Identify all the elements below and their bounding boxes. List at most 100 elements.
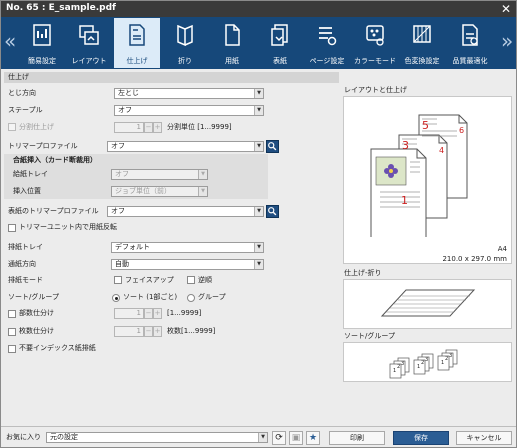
copies-sets-unit: [1...9999] [167, 309, 202, 317]
dropdown-arrow-icon: ▼ [198, 187, 207, 196]
split-finish-label: 分割仕上げ [19, 123, 54, 131]
reload-icon[interactable]: ⟳ [272, 431, 286, 445]
sort-illustration: 12 3 12 3 12 3 [389, 349, 458, 379]
finishing-icon [129, 24, 145, 46]
tab-layout[interactable]: レイアウト [66, 18, 112, 68]
window-title: No. 65 : E_sample.pdf [6, 3, 116, 13]
tab-label: 表紙 [273, 57, 287, 65]
select-value: 自動 [115, 260, 129, 268]
layout-preview-title: レイアウトと仕上げ [344, 86, 407, 94]
save-favorite-icon[interactable]: ▣ [289, 431, 303, 445]
sort-radio[interactable] [112, 294, 120, 302]
trimmer-info-button[interactable] [266, 140, 279, 153]
tab-finishing[interactable]: 仕上げ [114, 18, 160, 68]
split-finish-checkbox[interactable] [8, 123, 16, 131]
select-value: オフ [111, 142, 125, 150]
copies-sets-input[interactable]: 1 [114, 308, 144, 319]
quality-icon [462, 24, 478, 46]
bottom-bar: お気に入り 元の設定 ▼ ⟳ ▣ ★ 印刷 保存 キャンセル [1, 426, 516, 447]
output-tray-select[interactable]: デフォルト ▼ [111, 242, 264, 253]
select-value: 元の設定 [50, 433, 78, 441]
tab-label: カラーモード [354, 57, 396, 65]
favorite-star-icon[interactable]: ★ [306, 431, 320, 445]
fold-preview [343, 279, 512, 329]
paper-icon [225, 24, 240, 46]
tab-label: レイアウト [71, 57, 107, 65]
skip-index-label: 不要インデックス紙排紙 [19, 344, 96, 352]
dropdown-arrow-icon: ▼ [254, 260, 263, 269]
layout-icon [79, 25, 99, 45]
tab-label: 簡易設定 [28, 57, 56, 65]
save-button[interactable]: 保存 [393, 431, 449, 445]
decrement-button[interactable]: − [144, 326, 153, 337]
tab-bar: « » 簡易設定 レイアウト 仕上げ 折り 用紙 表紙 ページ設定 カラーモード… [1, 17, 516, 69]
select-value: 左とじ [118, 89, 139, 97]
color-conversion-icon [413, 25, 431, 43]
color-mode-icon [366, 25, 384, 46]
trimmer-reverse-checkbox[interactable] [8, 224, 16, 232]
tab-page-settings[interactable]: ページ設定 [304, 18, 350, 68]
layout-preview: 5 6 3 4 1 A4 210.0 x 297.0 mm [343, 96, 512, 264]
page-settings-icon [319, 27, 337, 46]
tab-color-conversion[interactable]: 色変換設定 [399, 18, 445, 68]
copies-sets-checkbox[interactable] [8, 310, 16, 318]
favorites-select[interactable]: 元の設定 ▼ [46, 432, 268, 443]
dropdown-arrow-icon: ▼ [254, 106, 263, 115]
slip-tray-select[interactable]: オフ ▼ [111, 169, 208, 180]
dropdown-arrow-icon: ▼ [198, 170, 207, 179]
sheets-sets-checkbox[interactable] [8, 328, 16, 336]
trimmer-label: トリマープロファイル [8, 142, 78, 150]
sort-page-label: 2 [421, 360, 424, 366]
staple-label: ステープル [8, 106, 43, 114]
sort-page-label: 3 [425, 357, 428, 363]
increment-button[interactable]: + [153, 326, 162, 337]
group-radio-label: グループ [198, 293, 226, 301]
sort-page-label: 3 [449, 353, 452, 359]
sheets-sets-label: 枚数仕分け [19, 327, 54, 335]
increment-button[interactable]: + [153, 122, 162, 133]
cover-trimmer-select[interactable]: オフ ▼ [107, 206, 264, 217]
decrement-button[interactable]: − [144, 122, 153, 133]
tab-label: ページ設定 [309, 57, 345, 65]
print-button[interactable]: 印刷 [329, 431, 385, 445]
cover-trimmer-info-button[interactable] [266, 205, 279, 218]
select-value: ジョブ単位（前） [115, 187, 171, 195]
chevron-right-icon[interactable]: » [501, 31, 513, 51]
tab-paper[interactable]: 用紙 [209, 18, 255, 68]
group-radio[interactable] [187, 294, 195, 302]
staple-select[interactable]: オフ ▼ [114, 105, 264, 116]
tab-label: 品質最適化 [452, 57, 488, 65]
page-number-4: 4 [439, 146, 444, 155]
sheets-sets-input[interactable]: 1 [114, 326, 144, 337]
tab-label: 用紙 [225, 57, 239, 65]
cancel-button[interactable]: キャンセル [456, 431, 512, 445]
slip-position-select[interactable]: ジョブ単位（前） ▼ [111, 186, 208, 197]
sort-group-label: ソート/グループ [8, 293, 59, 301]
binding-select[interactable]: 左とじ ▼ [114, 88, 264, 99]
trimmer-reverse-label: トリマーユニット内で用紙反転 [19, 223, 117, 231]
reverse-order-checkbox[interactable] [187, 276, 195, 284]
tab-color-mode[interactable]: カラーモード [352, 18, 398, 68]
output-mode-label: 排紙モード [8, 276, 43, 284]
dropdown-arrow-icon: ▼ [258, 433, 267, 442]
section-header: 仕上げ [4, 72, 339, 83]
paper-path-select[interactable]: 自動 ▼ [111, 259, 264, 270]
tab-cover[interactable]: 表紙 [257, 18, 303, 68]
tab-fold[interactable]: 折り [162, 18, 208, 68]
increment-button[interactable]: + [153, 308, 162, 319]
sort-preview-title: ソート/グループ [344, 332, 395, 340]
faceup-checkbox[interactable] [114, 276, 122, 284]
reverse-order-label: 逆順 [198, 276, 212, 284]
skip-index-checkbox[interactable] [8, 345, 16, 353]
split-count-input[interactable]: 1 [114, 122, 144, 133]
chevron-left-icon[interactable]: « [4, 31, 16, 51]
tab-quality[interactable]: 品質最適化 [447, 18, 493, 68]
trimmer-select[interactable]: オフ ▼ [107, 141, 264, 152]
close-icon[interactable]: ✕ [501, 1, 511, 17]
fold-icon [177, 24, 193, 46]
decrement-button[interactable]: − [144, 308, 153, 319]
select-value: オフ [111, 207, 125, 215]
basic-settings-icon [33, 24, 51, 46]
tab-basic[interactable]: 簡易設定 [19, 18, 65, 68]
sort-radio-label: ソート (1部ごと) [123, 293, 178, 301]
